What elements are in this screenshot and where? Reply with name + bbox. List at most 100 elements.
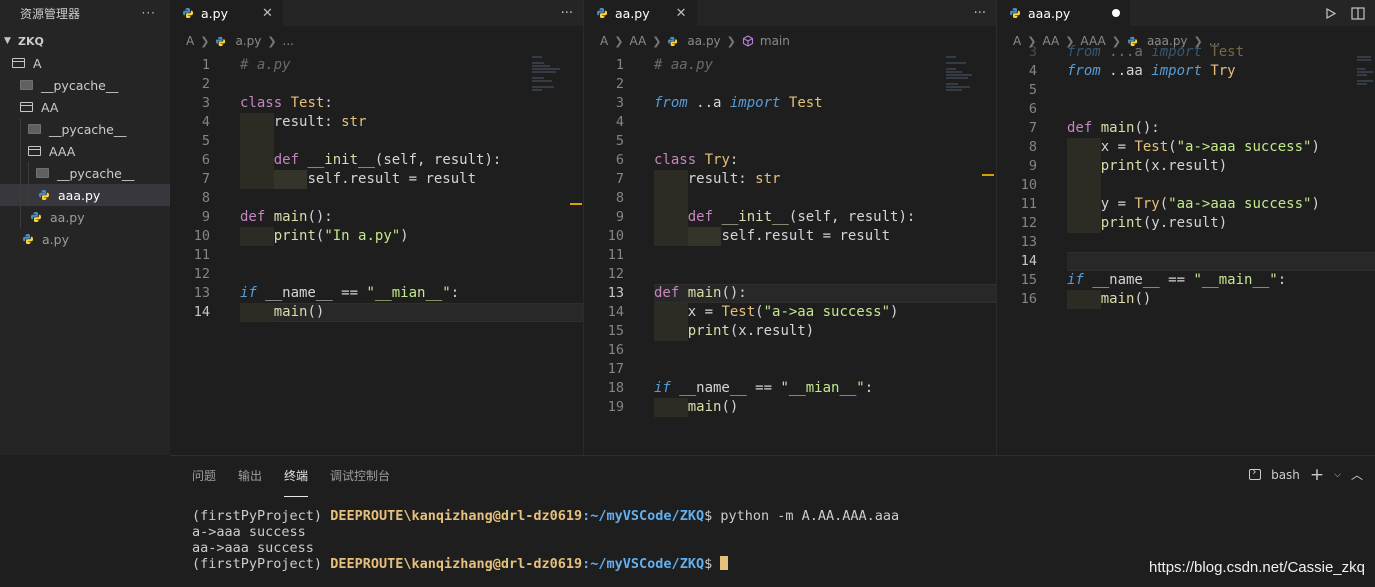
- folder-open-icon: [12, 58, 25, 68]
- line-number: 5: [615, 133, 624, 149]
- terminal-path: :~/myVSCode/ZKQ: [582, 508, 705, 524]
- code-line: 17: [584, 360, 996, 379]
- python-file-icon: [39, 190, 49, 200]
- breadcrumb-item[interactable]: a.py: [235, 34, 261, 48]
- tree-label: aa.py: [50, 209, 85, 225]
- line-number: 11: [1020, 196, 1037, 212]
- explorer-sidebar: 资源管理器 ··· ▼ ZKQ A __pycache__ AA __pycac…: [0, 0, 170, 455]
- terminal-command: python -m A.AA.AAA.aaa: [720, 508, 900, 524]
- code-line: 15 if __name__ == "__main__":: [997, 271, 1375, 290]
- line-number: 2: [201, 76, 210, 92]
- tab-a-py[interactable]: a.py ✕: [170, 0, 283, 26]
- tree-label: __pycache__: [49, 121, 127, 137]
- code-line: 8: [584, 189, 996, 208]
- code-line: 6: [997, 100, 1375, 119]
- tree-folder-A[interactable]: A: [0, 52, 170, 74]
- tab-aaa-py[interactable]: aaa.py: [997, 0, 1131, 26]
- split-editor-icon[interactable]: [1351, 6, 1365, 20]
- line-number: 16: [1020, 291, 1037, 307]
- code-line: 5: [997, 81, 1375, 100]
- explorer-title: 资源管理器: [20, 6, 81, 21]
- more-actions-icon[interactable]: ···: [561, 6, 573, 21]
- close-icon[interactable]: ✕: [262, 6, 273, 21]
- shell-selector[interactable]: bash: [1271, 468, 1300, 482]
- code-line: 7 self.result = result: [170, 170, 583, 189]
- line-number: 10: [607, 228, 624, 244]
- add-terminal-icon[interactable]: +: [1310, 466, 1324, 483]
- scrollbar-marker: [570, 203, 582, 205]
- indent-guide: [20, 140, 21, 162]
- breadcrumb-item[interactable]: aa.py: [687, 34, 720, 48]
- tab-output[interactable]: 输出: [238, 463, 262, 488]
- tab-debug-console[interactable]: 调试控制台: [330, 463, 390, 488]
- tree-file-aa-py[interactable]: aa.py: [0, 206, 170, 228]
- tree-file-aaa-py[interactable]: aaa.py: [0, 184, 170, 206]
- code-line: 1 # aa.py: [584, 56, 996, 75]
- minimap[interactable]: [1357, 56, 1375, 86]
- minimap[interactable]: [946, 56, 988, 92]
- close-icon[interactable]: ✕: [676, 6, 687, 21]
- line-number: 17: [607, 361, 624, 377]
- tree-label: __pycache__: [41, 77, 119, 93]
- tab-actions: ···: [561, 0, 573, 26]
- breadcrumb-item[interactable]: A: [600, 34, 608, 48]
- code-line: 18 if __name__ == "__mian__":: [584, 379, 996, 398]
- more-actions-icon[interactable]: ···: [974, 6, 986, 21]
- code-line: 12: [584, 265, 996, 284]
- code-line: 15 print(x.result): [584, 322, 996, 341]
- tree-folder-pycache[interactable]: __pycache__: [0, 74, 170, 96]
- tree-folder-pycache[interactable]: __pycache__: [0, 162, 170, 184]
- code-line: 5: [584, 132, 996, 151]
- breadcrumb-item[interactable]: ...: [283, 34, 294, 48]
- python-file-icon: [1010, 8, 1020, 18]
- code-editor[interactable]: 3 from ...a import Test 4 from ..aa import…: [997, 43, 1375, 309]
- folder-icon: [36, 168, 49, 178]
- tree-file-a-py[interactable]: a.py: [0, 228, 170, 250]
- chevron-right-icon: ❯: [267, 34, 277, 48]
- breadcrumb-item[interactable]: AA: [629, 34, 646, 48]
- line-number: 14: [193, 304, 210, 320]
- chevron-down-icon[interactable]: ⌵: [1334, 470, 1341, 480]
- unsaved-dot-icon[interactable]: [1112, 9, 1121, 17]
- tab-aa-py[interactable]: aa.py ✕: [584, 0, 697, 26]
- minimap[interactable]: [532, 56, 574, 92]
- tree-folder-AA[interactable]: AA: [0, 96, 170, 118]
- python-file-icon: [668, 36, 678, 46]
- line-number: 2: [615, 76, 624, 92]
- code-line: 2: [584, 75, 996, 94]
- tree-folder-AAA[interactable]: AAA: [0, 140, 170, 162]
- line-number: 5: [1028, 82, 1037, 98]
- code-editor[interactable]: 1 # aa.py 2 3 from ..a import Test 4 5 6 cl…: [584, 56, 996, 417]
- breadcrumb-item[interactable]: main: [760, 34, 790, 48]
- tab-actions: ···: [974, 0, 986, 26]
- python-file-icon: [597, 8, 607, 18]
- explorer-header: 资源管理器 ···: [0, 0, 170, 26]
- editor-group-aaa-py: aaa.py A ❯ AA ❯ AAA ❯ aaa.py ❯ ... 3 from…: [997, 0, 1375, 455]
- code-line: 13: [997, 233, 1375, 252]
- breadcrumb-item[interactable]: A: [186, 34, 194, 48]
- more-actions-icon[interactable]: ···: [142, 6, 156, 20]
- tree-label: __pycache__: [57, 165, 135, 181]
- breadcrumb: A ❯ a.py ❯ ...: [170, 26, 583, 56]
- line-number: 1: [615, 57, 624, 73]
- line-number: 3: [201, 95, 210, 111]
- chevron-right-icon: ❯: [200, 34, 210, 48]
- chevron-right-icon: ❯: [726, 34, 736, 48]
- code-line: 1 # a.py: [170, 56, 583, 75]
- tab-problems[interactable]: 问题: [192, 463, 216, 488]
- line-number: 3: [615, 95, 624, 111]
- code-editor[interactable]: 1 # a.py 2 3 class Test: 4 result: str 5 6…: [170, 56, 583, 322]
- tab-terminal[interactable]: 终端: [284, 463, 309, 497]
- workspace-root[interactable]: ▼ ZKQ: [0, 30, 170, 52]
- run-play-icon[interactable]: [1324, 7, 1337, 20]
- python-file-icon: [23, 234, 33, 244]
- terminal-line: aa->aaa success: [192, 540, 314, 556]
- maximize-panel-icon[interactable]: ︿: [1351, 466, 1363, 483]
- tree-label: aaa.py: [58, 187, 101, 203]
- terminal-env: (firstPyProject): [192, 556, 323, 572]
- indent-guide: [20, 206, 21, 228]
- tree-label: AAA: [49, 143, 76, 159]
- line-number: 6: [201, 152, 210, 168]
- line-number: 12: [607, 266, 624, 282]
- tree-folder-pycache[interactable]: __pycache__: [0, 118, 170, 140]
